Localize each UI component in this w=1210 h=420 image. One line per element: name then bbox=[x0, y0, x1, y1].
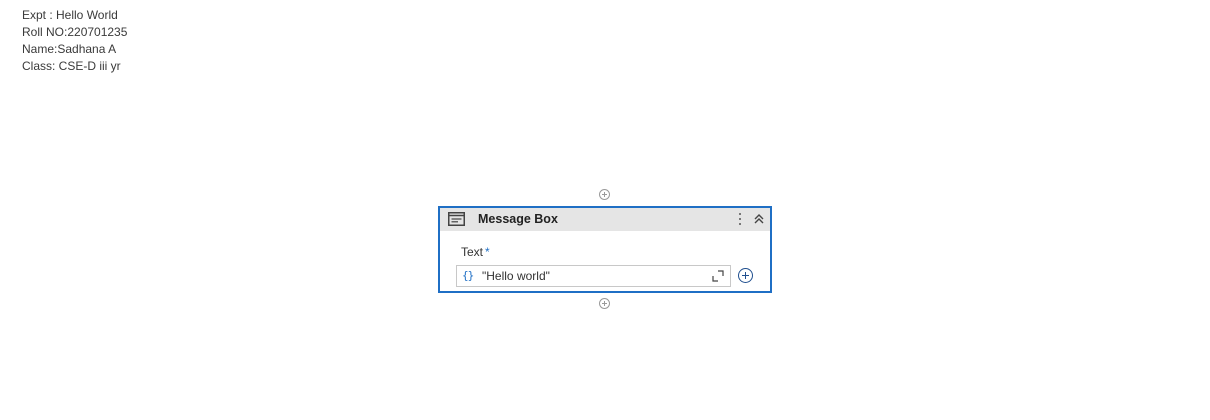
expand-editor-icon[interactable] bbox=[712, 270, 724, 282]
workflow-canvas: Expt : Hello World Roll NO:220701235 Nam… bbox=[0, 0, 1210, 420]
activity-title: Message Box bbox=[478, 212, 558, 226]
text-field-label: Text * bbox=[461, 245, 490, 259]
message-box-icon bbox=[448, 212, 465, 226]
activity-header[interactable]: Message Box bbox=[440, 208, 770, 231]
text-input-value[interactable]: "Hello world" bbox=[482, 269, 550, 283]
text-field-label-text: Text bbox=[461, 245, 484, 259]
text-input[interactable]: {} "Hello world" bbox=[456, 265, 731, 287]
more-options-icon[interactable] bbox=[737, 211, 743, 227]
note-roll: Roll NO:220701235 bbox=[22, 25, 128, 39]
add-activity-above-icon[interactable] bbox=[599, 189, 610, 200]
expression-icon[interactable]: {} bbox=[462, 269, 474, 282]
annotation-notes: Expt : Hello World Roll NO:220701235 Nam… bbox=[22, 7, 127, 75]
add-variable-button[interactable] bbox=[738, 268, 753, 283]
note-class: Class: CSE-D iii yr bbox=[22, 59, 121, 73]
add-activity-below-icon[interactable] bbox=[599, 298, 610, 309]
message-box-activity[interactable]: Message Box Text * {} "Hello world" bbox=[438, 206, 772, 293]
note-expt: Expt : Hello World bbox=[22, 8, 118, 22]
required-marker: * bbox=[485, 245, 490, 259]
collapse-icon[interactable] bbox=[752, 211, 766, 227]
note-name: Name:Sadhana A bbox=[22, 42, 117, 56]
